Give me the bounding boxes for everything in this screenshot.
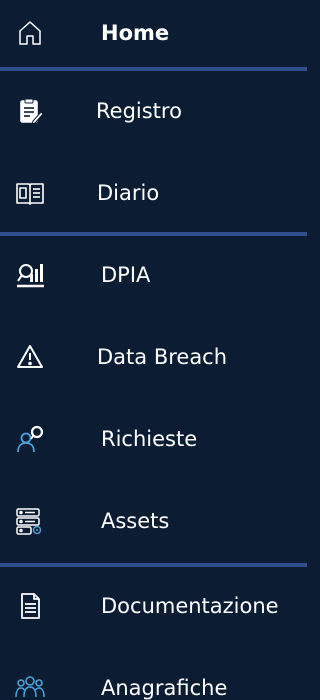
sidebar-item-label: DPIA — [101, 263, 151, 287]
assets-icon — [15, 506, 45, 536]
sidebar-item-dpia[interactable]: DPIA — [0, 250, 307, 300]
divider — [0, 67, 307, 71]
sidebar-item-documentazione[interactable]: Documentazione — [0, 581, 307, 631]
divider — [0, 232, 307, 236]
sidebar-item-registro[interactable]: Registro — [0, 86, 307, 136]
divider — [0, 563, 307, 567]
sidebar-item-label: Home — [101, 21, 170, 45]
register-icon — [15, 96, 45, 126]
sidebar-item-anagrafiche[interactable]: Anagrafiche — [0, 663, 307, 700]
home-icon — [15, 18, 45, 48]
sidebar-item-data-breach[interactable]: Data Breach — [0, 332, 307, 382]
sidebar-nav: Home Registro Diario DPIA Data Breach Ri… — [0, 0, 307, 700]
sidebar-item-home[interactable]: Home — [0, 8, 307, 58]
dpia-icon — [15, 260, 45, 290]
sidebar-item-label: Registro — [96, 99, 182, 123]
sidebar-item-label: Data Breach — [97, 345, 228, 369]
sidebar-item-diario[interactable]: Diario — [0, 168, 307, 218]
diary-icon — [15, 178, 45, 208]
sidebar-item-assets[interactable]: Assets — [0, 496, 307, 546]
people-icon — [15, 673, 45, 700]
sidebar-item-label: Anagrafiche — [101, 676, 228, 700]
warning-icon — [15, 342, 45, 372]
sidebar-item-label: Documentazione — [101, 594, 279, 618]
sidebar-item-richieste[interactable]: Richieste — [0, 414, 307, 464]
sidebar-item-label: Richieste — [101, 427, 198, 451]
requests-icon — [15, 424, 45, 454]
document-icon — [15, 591, 45, 621]
sidebar-item-label: Assets — [101, 509, 170, 533]
sidebar-item-label: Diario — [97, 181, 160, 205]
